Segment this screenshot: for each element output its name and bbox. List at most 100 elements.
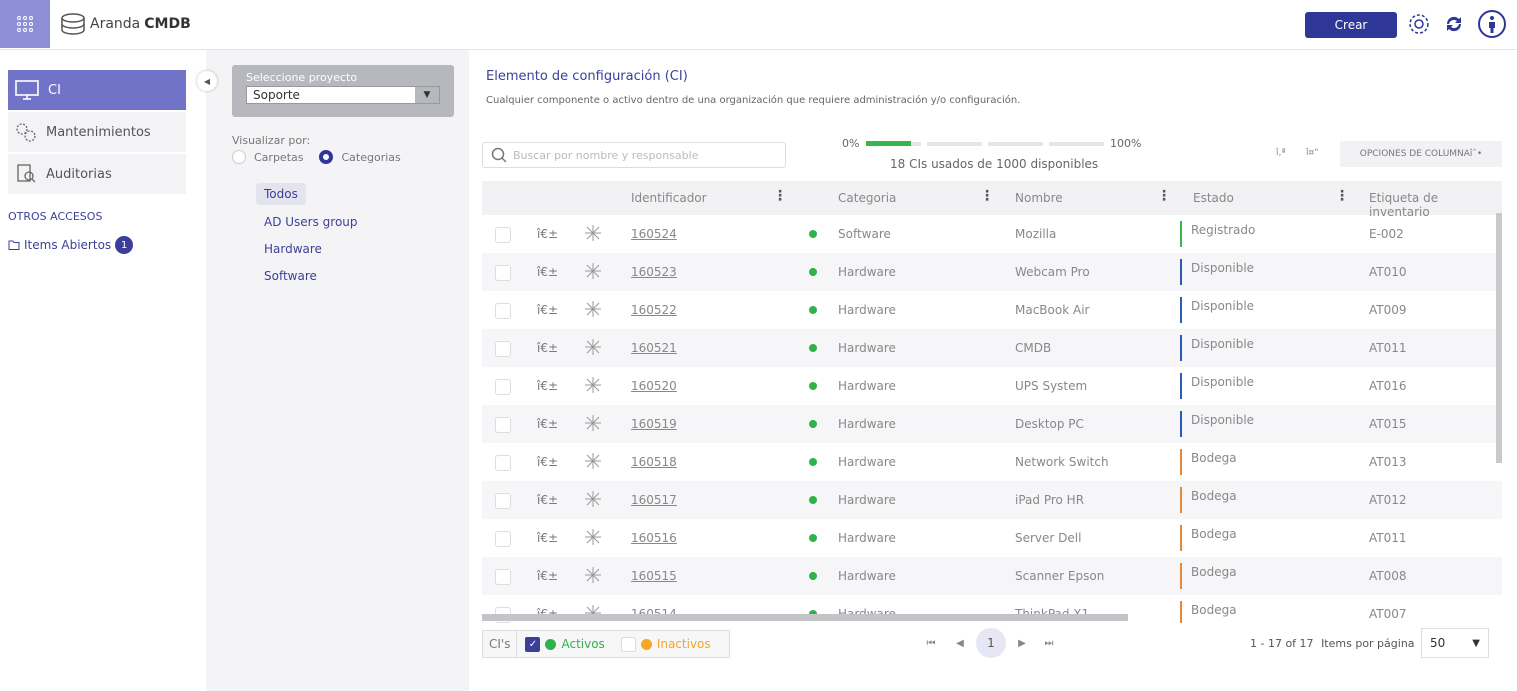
active-checkbox[interactable]: ✓ xyxy=(525,636,541,652)
relations-icon[interactable] xyxy=(584,490,602,511)
kebab-icon[interactable]: ⋮ xyxy=(1157,188,1171,204)
per-page-select[interactable]: 50 ▼ xyxy=(1421,628,1489,658)
kebab-icon[interactable]: ⋮ xyxy=(1335,188,1349,204)
next-page-icon[interactable]: ▶ xyxy=(1016,628,1028,658)
row-checkbox[interactable] xyxy=(495,455,511,471)
ci-id-link[interactable]: 160523 xyxy=(631,265,677,279)
ci-id-link[interactable]: 160519 xyxy=(631,417,677,431)
app-logo[interactable]: Aranda CMDB xyxy=(60,12,191,36)
action-glyph[interactable]: î€± xyxy=(537,531,558,545)
app-name-bold: CMDB xyxy=(144,16,191,32)
row-checkbox[interactable] xyxy=(495,227,511,243)
action-glyph[interactable]: î€± xyxy=(537,455,558,469)
relations-icon[interactable] xyxy=(584,262,602,283)
radio-folders[interactable]: Carpetas xyxy=(232,150,303,164)
sidebar-item-mantenimientos[interactable]: Mantenimientos xyxy=(8,112,186,152)
table-row[interactable]: î€± 160515 Hardware Scanner Epson Bodega… xyxy=(482,557,1502,595)
col-nombre[interactable]: Nombre xyxy=(1015,191,1063,205)
kebab-icon[interactable]: ⋮ xyxy=(980,188,994,204)
create-button[interactable]: Crear xyxy=(1305,12,1397,38)
table-row[interactable]: î€± 160523 Hardware Webcam Pro Disponibl… xyxy=(482,253,1502,291)
table-row[interactable]: î€± 160522 Hardware MacBook Air Disponib… xyxy=(482,291,1502,329)
ci-id-link[interactable]: 160515 xyxy=(631,569,677,583)
open-items-link[interactable]: Items Abiertos 1 xyxy=(8,236,134,254)
apps-grid-icon[interactable] xyxy=(0,0,50,48)
gear-icon[interactable] xyxy=(1405,10,1433,38)
radio-categories-button[interactable] xyxy=(319,150,334,164)
status-color-bar xyxy=(1180,259,1182,285)
col-categoria[interactable]: Categoria xyxy=(838,191,896,205)
row-checkbox[interactable] xyxy=(495,265,511,281)
table-row[interactable]: î€± 160521 Hardware CMDB Disponible AT01… xyxy=(482,329,1502,367)
ci-id-link[interactable]: 160522 xyxy=(631,303,677,317)
table-row[interactable]: î€± 160518 Hardware Network Switch Bodeg… xyxy=(482,443,1502,481)
first-page-icon[interactable]: ⏮ xyxy=(924,628,938,658)
table-row[interactable]: î€± 160520 Hardware UPS System Disponibl… xyxy=(482,367,1502,405)
relations-icon[interactable] xyxy=(584,224,602,245)
ci-id-link[interactable]: 160517 xyxy=(631,493,677,507)
row-checkbox[interactable] xyxy=(495,531,511,547)
view-by-label: Visualizar por: xyxy=(232,134,311,147)
column-options-button[interactable]: OPCIONES DE COLUMNAîˆ• xyxy=(1340,141,1502,167)
relations-icon[interactable] xyxy=(584,452,602,473)
sort-icon[interactable]: î‚ª xyxy=(1276,148,1286,158)
row-checkbox[interactable] xyxy=(495,341,511,357)
row-checkbox[interactable] xyxy=(495,379,511,395)
relations-icon[interactable] xyxy=(584,528,602,549)
ci-id-link[interactable]: 160524 xyxy=(631,227,677,241)
category-item-hardware[interactable]: Hardware xyxy=(256,238,330,260)
relations-icon[interactable] xyxy=(584,376,602,397)
open-items-label: Items Abiertos xyxy=(24,238,112,252)
col-estado[interactable]: Estado xyxy=(1193,191,1234,205)
project-select[interactable]: Soporte ▼ xyxy=(246,86,440,104)
category-item-ad-users-group[interactable]: AD Users group xyxy=(256,211,366,233)
search-input[interactable]: Buscar por nombre y responsable xyxy=(482,142,786,168)
action-glyph[interactable]: î€± xyxy=(537,227,558,241)
row-checkbox[interactable] xyxy=(495,417,511,433)
table-row[interactable]: î€± 160524 Software Mozilla Registrado E… xyxy=(482,215,1502,253)
relations-icon[interactable] xyxy=(584,414,602,435)
sidebar-item-auditorias[interactable]: Auditorias xyxy=(8,154,186,194)
ci-id-link[interactable]: 160520 xyxy=(631,379,677,393)
action-glyph[interactable]: î€± xyxy=(537,303,558,317)
action-glyph[interactable]: î€± xyxy=(537,417,558,431)
ci-id-link[interactable]: 160518 xyxy=(631,455,677,469)
user-icon[interactable] xyxy=(1478,10,1506,38)
action-glyph[interactable]: î€± xyxy=(537,493,558,507)
category-item-software[interactable]: Software xyxy=(256,265,325,287)
action-glyph[interactable]: î€± xyxy=(537,379,558,393)
collapse-sidebar-button[interactable]: ◀ xyxy=(197,71,217,91)
category-item-todos[interactable]: Todos xyxy=(256,183,306,205)
action-glyph[interactable]: î€± xyxy=(537,569,558,583)
action-glyph[interactable]: î€± xyxy=(537,341,558,355)
relations-icon[interactable] xyxy=(584,300,602,321)
row-checkbox[interactable] xyxy=(495,493,511,509)
sidebar-item-ci[interactable]: CI xyxy=(8,70,186,110)
export-icon[interactable]: î¤“ xyxy=(1306,148,1319,158)
row-checkbox[interactable] xyxy=(495,569,511,585)
row-checkbox[interactable] xyxy=(495,303,511,319)
table-row[interactable]: î€± 160519 Hardware Desktop PC Disponibl… xyxy=(482,405,1502,443)
last-page-icon[interactable]: ⏭ xyxy=(1042,628,1056,658)
relations-icon[interactable] xyxy=(584,566,602,587)
search-icon xyxy=(491,147,507,163)
table-row[interactable]: î€± 160517 Hardware iPad Pro HR Bodega A… xyxy=(482,481,1502,519)
radio-folders-button[interactable] xyxy=(232,150,246,164)
refresh-icon[interactable] xyxy=(1440,10,1468,38)
sidebar-item-label: CI xyxy=(48,82,61,98)
relations-icon[interactable] xyxy=(584,338,602,359)
radio-categories[interactable]: Categorias xyxy=(319,150,401,164)
ci-id-link[interactable]: 160516 xyxy=(631,531,677,545)
ci-id-link[interactable]: 160521 xyxy=(631,341,677,355)
prev-page-icon[interactable]: ◀ xyxy=(954,628,966,658)
vertical-scrollbar[interactable] xyxy=(1496,213,1502,463)
col-identificador[interactable]: Identificador xyxy=(631,191,707,205)
inactive-checkbox[interactable] xyxy=(620,636,636,652)
active-filter[interactable]: ✓ Activos xyxy=(517,636,612,652)
kebab-icon[interactable]: ⋮ xyxy=(773,188,787,204)
inactive-filter[interactable]: Inactivos xyxy=(613,636,719,652)
table-row[interactable]: î€± 160516 Hardware Server Dell Bodega A… xyxy=(482,519,1502,557)
horizontal-scrollbar[interactable] xyxy=(482,614,1128,621)
page-number[interactable]: 1 xyxy=(976,628,1006,658)
action-glyph[interactable]: î€± xyxy=(537,265,558,279)
